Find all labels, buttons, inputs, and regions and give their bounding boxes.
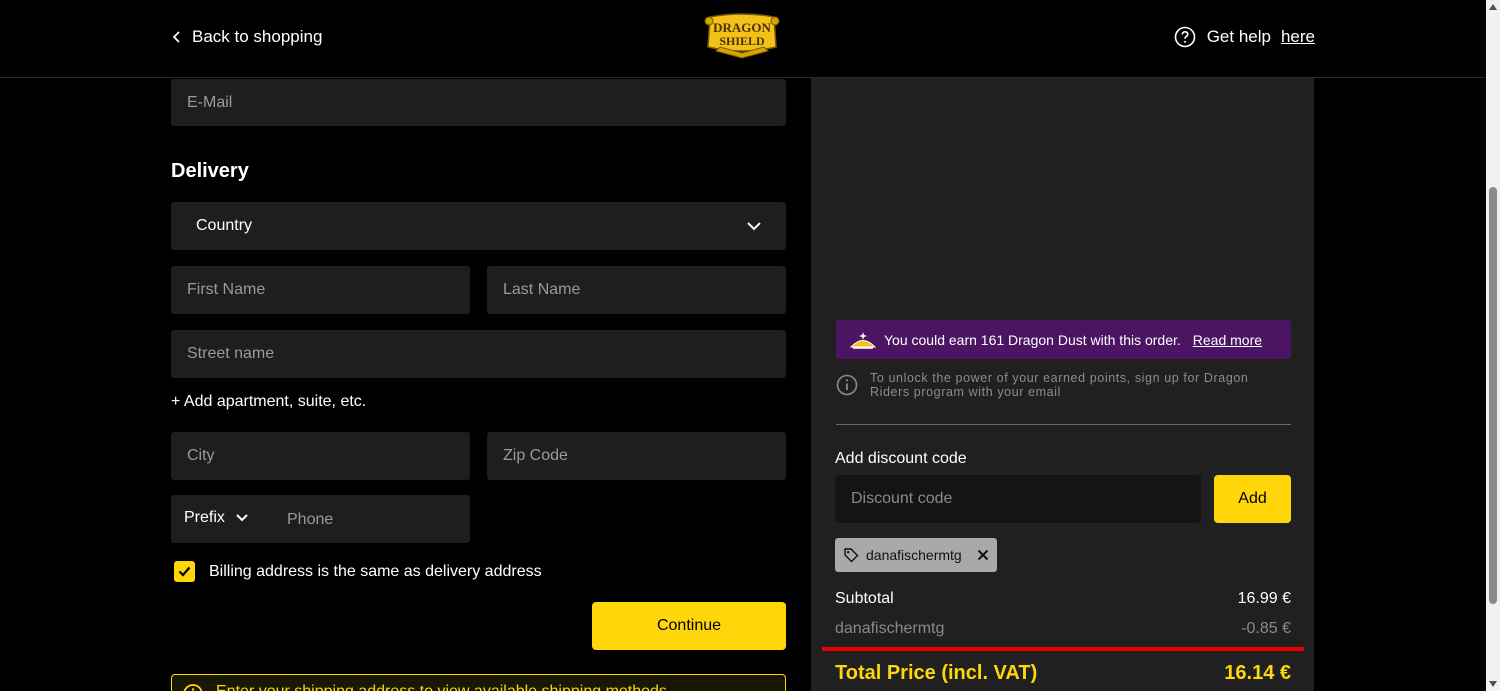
remove-discount-close-icon[interactable] xyxy=(977,549,989,561)
phone-field-group: Prefix Phone xyxy=(171,495,470,543)
info-icon xyxy=(836,374,858,396)
highlight-red-line xyxy=(822,647,1304,651)
logo-text-dragon: DRAGON xyxy=(713,20,771,35)
shipping-warning-text: Enter your shipping address to view avai… xyxy=(216,683,671,691)
billing-same-label: Billing address is the same as delivery … xyxy=(209,562,542,580)
country-select[interactable]: Country xyxy=(171,202,786,250)
discount-code-heading: Add discount code xyxy=(835,450,967,467)
billing-same-checkbox[interactable] xyxy=(174,561,195,582)
chevron-left-icon xyxy=(172,31,180,43)
prefix-label: Prefix xyxy=(184,509,225,526)
chevron-down-icon xyxy=(236,514,248,522)
street-name-placeholder: Street name xyxy=(187,345,275,362)
continue-button[interactable]: Continue xyxy=(592,602,786,650)
applied-discount-code: danafischermtg xyxy=(866,547,962,563)
scroll-down-arrow-icon[interactable] xyxy=(1489,681,1497,687)
discount-row-label: danafischermtg xyxy=(835,620,945,637)
shipping-warning: Enter your shipping address to view avai… xyxy=(171,674,786,691)
subtotal-row: Subtotal 16.99 € xyxy=(835,590,1291,608)
logo-text-shield: SHIELD xyxy=(719,34,765,48)
first-name-placeholder: First Name xyxy=(187,281,266,298)
question-circle-icon xyxy=(1174,26,1196,48)
dragon-shield-logo[interactable]: DRAGON SHIELD xyxy=(704,11,780,59)
discount-row: danafischermtg -0.85 € xyxy=(835,620,1291,638)
back-to-shopping-link[interactable]: Back to shopping xyxy=(170,25,322,49)
dragon-dust-banner: You could earn 161 Dragon Dust with this… xyxy=(836,320,1291,359)
email-field[interactable]: E-Mail xyxy=(171,79,786,126)
chevron-down-icon xyxy=(747,222,761,231)
applied-discount-chip: danafischermtg xyxy=(835,538,997,572)
city-placeholder: City xyxy=(187,447,215,464)
email-placeholder: E-Mail xyxy=(187,93,233,111)
subtotal-label: Subtotal xyxy=(835,590,894,607)
scrollbar-thumb[interactable] xyxy=(1489,187,1497,604)
add-apartment-link[interactable]: + Add apartment, suite, etc. xyxy=(171,393,366,411)
city-field[interactable]: City xyxy=(171,432,470,480)
total-price-value: 16.14 € xyxy=(1224,662,1291,684)
phone-input[interactable]: Phone xyxy=(287,511,333,529)
get-help-text: Get help xyxy=(1206,27,1271,46)
scroll-up-arrow-icon[interactable] xyxy=(1489,4,1497,10)
subtotal-value: 16.99 € xyxy=(1237,590,1291,607)
discount-code-input[interactable]: Discount code xyxy=(835,475,1201,523)
discount-row-value: -0.85 € xyxy=(1241,620,1291,637)
zip-code-placeholder: Zip Code xyxy=(503,447,568,464)
back-to-shopping-label: Back to shopping xyxy=(192,27,323,46)
dragon-dust-text: You could earn 161 Dragon Dust with this… xyxy=(884,331,1181,348)
total-price-label: Total Price (incl. VAT) xyxy=(835,662,1038,684)
tag-icon xyxy=(844,548,859,563)
checkmark-icon xyxy=(178,566,191,577)
total-price-row: Total Price (incl. VAT) 16.14 € xyxy=(835,662,1291,685)
checkout-header: Back to shopping DRAGON SHIELD Get help … xyxy=(0,0,1486,78)
billing-same-row: Billing address is the same as delivery … xyxy=(174,561,542,582)
dragon-riders-info-text: To unlock the power of your earned point… xyxy=(870,371,1249,399)
first-name-field[interactable]: First Name xyxy=(171,266,470,314)
delivery-heading: Delivery xyxy=(171,160,249,182)
last-name-placeholder: Last Name xyxy=(503,281,581,298)
info-icon xyxy=(183,684,203,691)
add-discount-button[interactable]: Add xyxy=(1214,475,1291,523)
street-name-field[interactable]: Street name xyxy=(171,330,786,378)
read-more-link[interactable]: Read more xyxy=(1193,332,1262,348)
discount-code-placeholder: Discount code xyxy=(851,490,953,507)
dragon-riders-info: To unlock the power of your earned point… xyxy=(836,371,1291,399)
checkout-page: Back to shopping DRAGON SHIELD Get help … xyxy=(0,0,1500,691)
help-here-link[interactable]: here xyxy=(1281,27,1315,47)
summary-divider xyxy=(836,424,1291,425)
country-select-label: Country xyxy=(196,217,253,234)
last-name-field[interactable]: Last Name xyxy=(487,266,786,314)
get-help: Get help here xyxy=(1173,24,1315,50)
phone-prefix-select[interactable]: Prefix xyxy=(184,509,249,527)
dragon-dust-pile-icon xyxy=(850,331,876,349)
zip-code-field[interactable]: Zip Code xyxy=(487,432,786,480)
